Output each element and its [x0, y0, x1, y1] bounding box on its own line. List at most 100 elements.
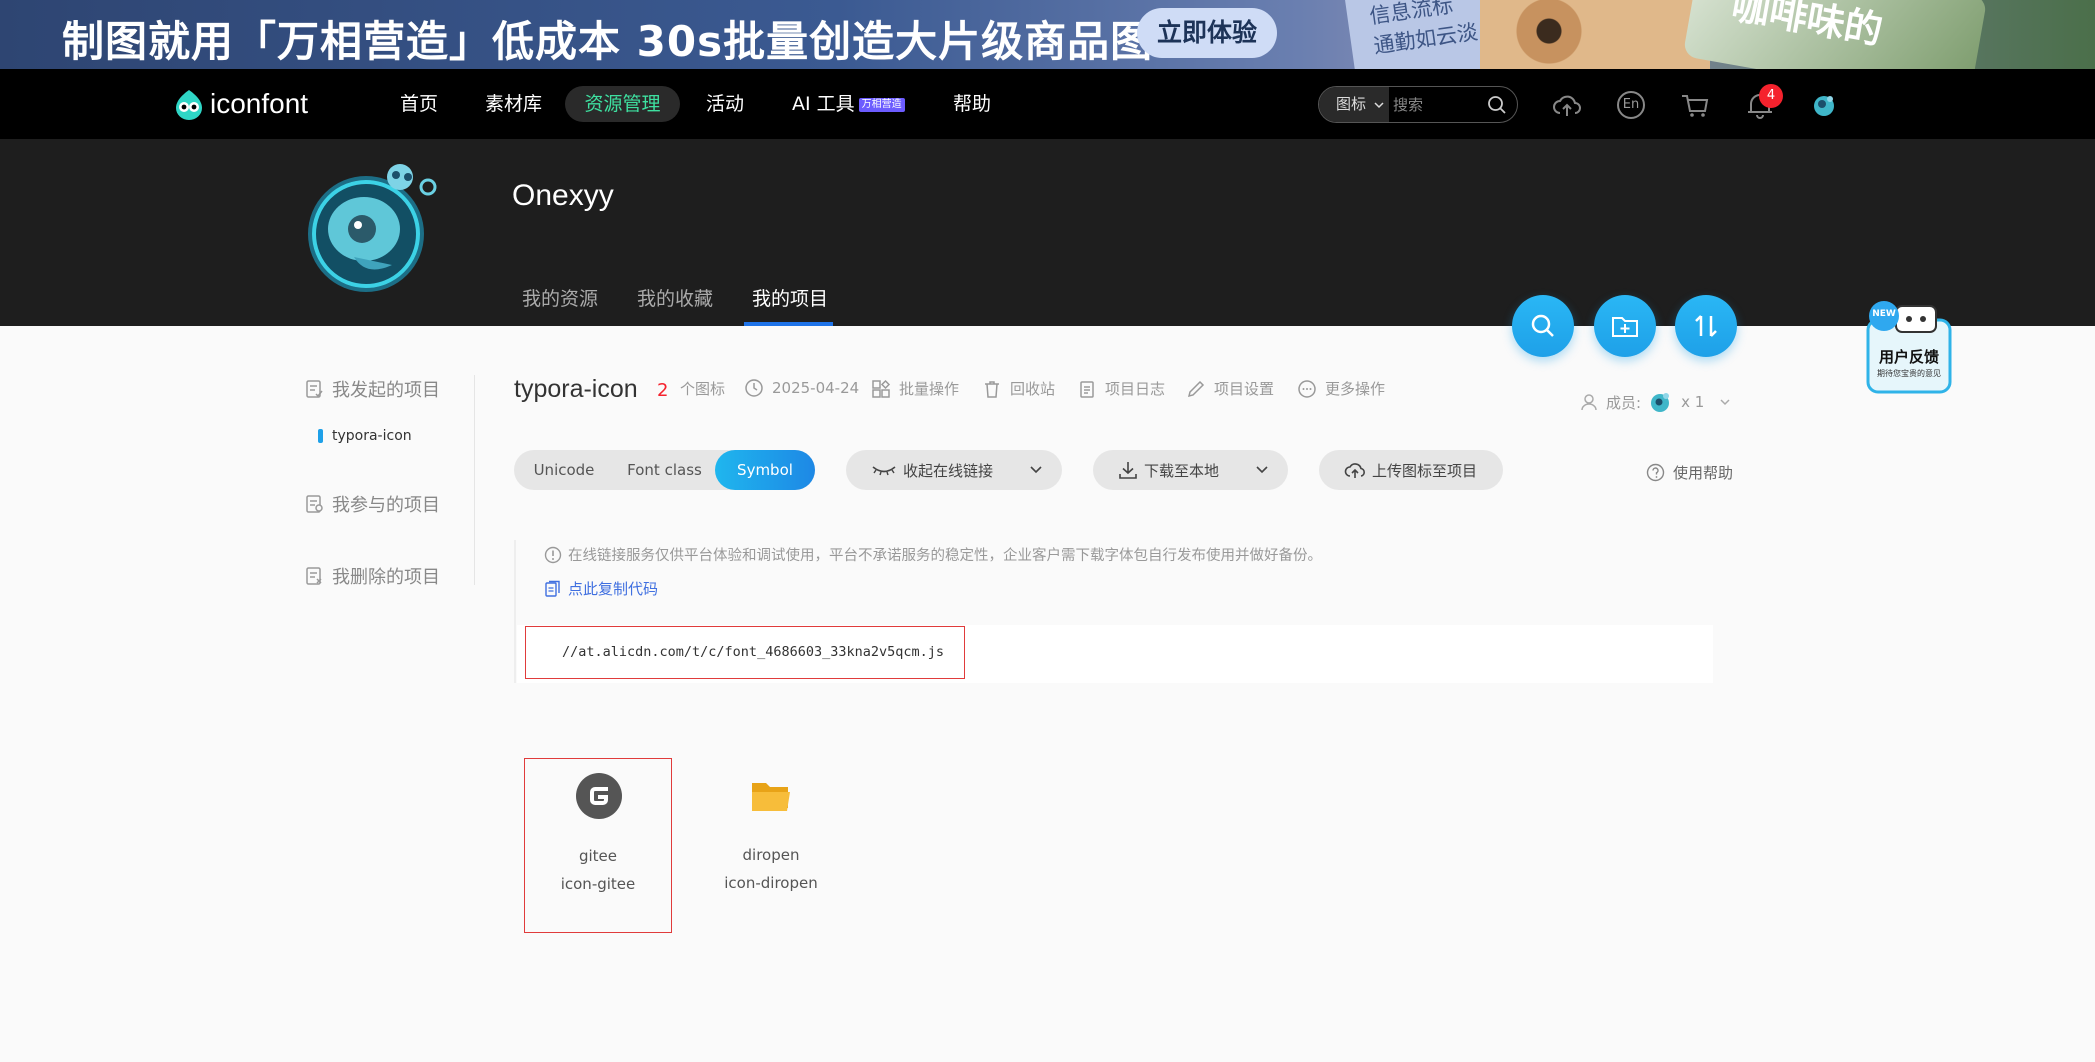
collapse-online-link-button[interactable]: 收起在线链接 [846, 450, 1062, 490]
project-icon-count: 2 [657, 380, 669, 401]
search-type-label: 图标 [1336, 95, 1367, 113]
search-icon [1531, 314, 1554, 337]
top-nav: iconfont 首页 素材库 资源管理 活动 AI 工具 万相营造 帮助 图标 … [0, 69, 2095, 139]
download-local-button[interactable]: 下载至本地 [1093, 450, 1288, 490]
project-title: typora-icon [514, 375, 638, 403]
members-dropdown[interactable]: 成员: x 1 [1580, 390, 1732, 414]
feedback-title: 用户反馈 [1878, 348, 1939, 366]
chevron-down-icon [1374, 101, 1384, 108]
nav-home[interactable]: 首页 [400, 69, 438, 139]
banner-card-text: 咖啡味的 [1728, 0, 1886, 53]
project-date-text: 2025-04-24 [772, 379, 860, 397]
folder-open-icon [752, 783, 790, 811]
icon-code: icon-diropen [724, 874, 818, 892]
more-actions-button[interactable]: 更多操作 [1297, 378, 1385, 399]
profile-username: Onexyy [512, 179, 614, 212]
iconfont-logo[interactable]: iconfont [172, 86, 308, 122]
sidebar-joined-projects[interactable]: 我参与的项目 [304, 491, 440, 517]
feedback-new-tag: NEW [1872, 309, 1896, 319]
banner-photo [1480, 0, 1710, 69]
user-avatar-icon[interactable] [1810, 91, 1840, 119]
search-box: 图标 [1318, 86, 1518, 123]
format-segmented-control: Unicode Font class Symbol [514, 450, 815, 490]
active-tab-indicator [744, 322, 833, 326]
batch-operation-label: 批量操作 [899, 380, 960, 398]
download-local-label: 下载至本地 [1144, 461, 1220, 480]
grid-icon [872, 379, 891, 398]
recycle-bin-label: 回收站 [1010, 380, 1056, 398]
download-icon [1119, 462, 1137, 479]
feedback-widget[interactable]: NEW 用户反馈 期待您宝贵的意见 [1866, 300, 1952, 395]
sidebar-project-label: typora-icon [332, 428, 412, 444]
project-settings-button[interactable]: 项目设置 [1186, 378, 1274, 399]
upload-icon-button[interactable]: 上传图标至项目 [1319, 450, 1503, 490]
new-folder-fab-button[interactable] [1594, 295, 1656, 357]
icon-code: icon-gitee [560, 875, 636, 893]
banner-cta-button[interactable]: 立即体验 [1137, 8, 1277, 58]
search-fab-button[interactable] [1512, 295, 1574, 357]
sidebar-project-typora-icon[interactable]: typora-icon [318, 428, 412, 444]
search-type-select[interactable]: 图标 [1319, 87, 1389, 122]
icon-count-label: 个图标 [680, 380, 726, 398]
edit-icon [1187, 380, 1205, 397]
gitee-icon [576, 773, 622, 819]
tab-my-resources[interactable]: 我的资源 [522, 284, 598, 311]
notification-badge: 4 [1759, 84, 1783, 108]
nav-ai-tools[interactable]: AI 工具 万相营造 [792, 69, 905, 139]
online-link-notice-text: 在线链接服务仅供平台体验和调试使用，平台不承诺服务的稳定性，企业客户需下载字体包… [568, 548, 1322, 564]
chevron-down-icon [1256, 466, 1268, 474]
cart-icon[interactable] [1680, 91, 1710, 119]
copy-code-label: 点此复制代码 [568, 580, 659, 598]
project-doc-icon [306, 567, 322, 585]
banner-headline: 制图就用「万相营造」低成本 30s批量创造大片级商品图 [62, 17, 1154, 66]
format-symbol-option[interactable]: Symbol [715, 450, 815, 490]
profile-header: Onexyy 我的资源 我的收藏 我的项目 [0, 139, 2095, 326]
sidebar-started-projects[interactable]: 我发起的项目 [304, 376, 440, 402]
upload-cloud-icon[interactable] [1552, 91, 1582, 119]
upload-icon-label: 上传图标至项目 [1372, 461, 1478, 480]
chevron-down-icon [1720, 399, 1730, 406]
promo-banner[interactable]: 制图就用「万相营造」低成本 30s批量创造大片级商品图 立即体验 信息流标 通勤… [0, 0, 2095, 69]
icon-card-diropen[interactable]: diropen icon-diropen [697, 758, 845, 933]
member-avatar-icon [1651, 393, 1670, 412]
project-settings-label: 项目设置 [1214, 380, 1275, 398]
active-project-marker [318, 429, 323, 443]
members-count: x 1 [1681, 393, 1705, 411]
profile-avatar [308, 164, 437, 292]
sort-fab-button[interactable] [1675, 295, 1737, 357]
format-fontclass-option[interactable]: Font class [614, 450, 715, 490]
tab-my-favorites[interactable]: 我的收藏 [637, 284, 713, 311]
tab-my-projects[interactable]: 我的项目 [752, 284, 828, 311]
project-log-label: 项目日志 [1105, 380, 1166, 398]
nav-resources[interactable]: 资源管理 [565, 86, 680, 122]
icon-card-gitee[interactable]: gitee icon-gitee [524, 758, 672, 933]
logo-mark-icon [176, 90, 202, 120]
nav-events[interactable]: 活动 [706, 69, 744, 139]
project-log-button[interactable]: 项目日志 [1077, 378, 1165, 399]
project-doc-icon [306, 380, 323, 398]
usage-help-link[interactable]: 使用帮助 [1646, 462, 1733, 483]
trash-icon [985, 380, 999, 398]
sidebar-divider [474, 375, 475, 585]
sidebar-joined-label: 我参与的项目 [332, 495, 440, 516]
clock-icon [745, 379, 763, 397]
copy-icon [545, 580, 560, 597]
icon-name: gitee [578, 847, 618, 865]
format-unicode-option[interactable]: Unicode [514, 450, 614, 490]
recycle-bin-button[interactable]: 回收站 [982, 378, 1055, 399]
info-icon [544, 546, 562, 563]
nav-library[interactable]: 素材库 [485, 69, 542, 139]
sidebar-deleted-projects[interactable]: 我删除的项目 [304, 563, 440, 589]
banner-card: 咖啡味的 [1682, 0, 1988, 69]
user-icon [1581, 394, 1597, 411]
eye-closed-icon [872, 466, 896, 476]
nav-help[interactable]: 帮助 [953, 69, 991, 139]
collapse-online-link-label: 收起在线链接 [903, 461, 994, 480]
copy-code-link[interactable]: 点此复制代码 [544, 578, 658, 599]
online-link-url-box[interactable]: //at.alicdn.com/t/c/font_4686603_33kna2v… [525, 626, 965, 679]
batch-operation-button[interactable]: 批量操作 [871, 378, 959, 399]
search-input[interactable] [1393, 92, 1473, 117]
sort-icon [1695, 315, 1717, 337]
search-icon[interactable] [1487, 95, 1507, 115]
language-icon[interactable]: En [1617, 91, 1645, 119]
